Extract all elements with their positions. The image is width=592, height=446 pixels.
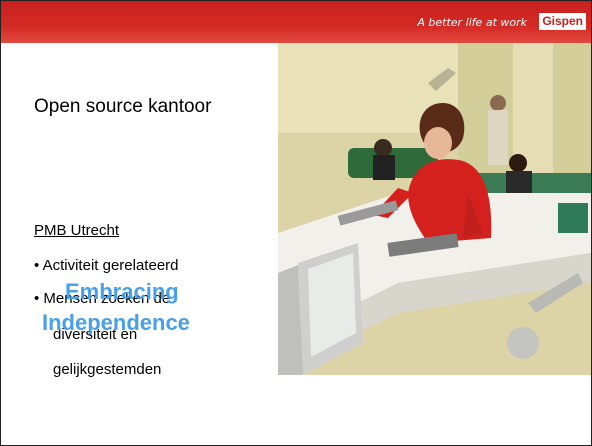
watermark-line: Independence [42,310,190,335]
watermark-line: Embracing [65,279,179,304]
brand-logo: Gispen [539,13,586,30]
slide-title: Open source kantoor [34,96,212,117]
office-photo [278,43,591,375]
bullet-item: • Activiteit gerelateerd [34,257,179,274]
slide: A better life at work Gispen Open source… [0,0,592,446]
tagline: A better life at work [417,16,527,29]
bullet-continuation: gelijkgestemden [53,361,162,378]
header-bar: A better life at work Gispen [1,1,591,43]
subheading: PMB Utrecht [34,222,120,239]
office-photo-illustration [278,43,591,375]
